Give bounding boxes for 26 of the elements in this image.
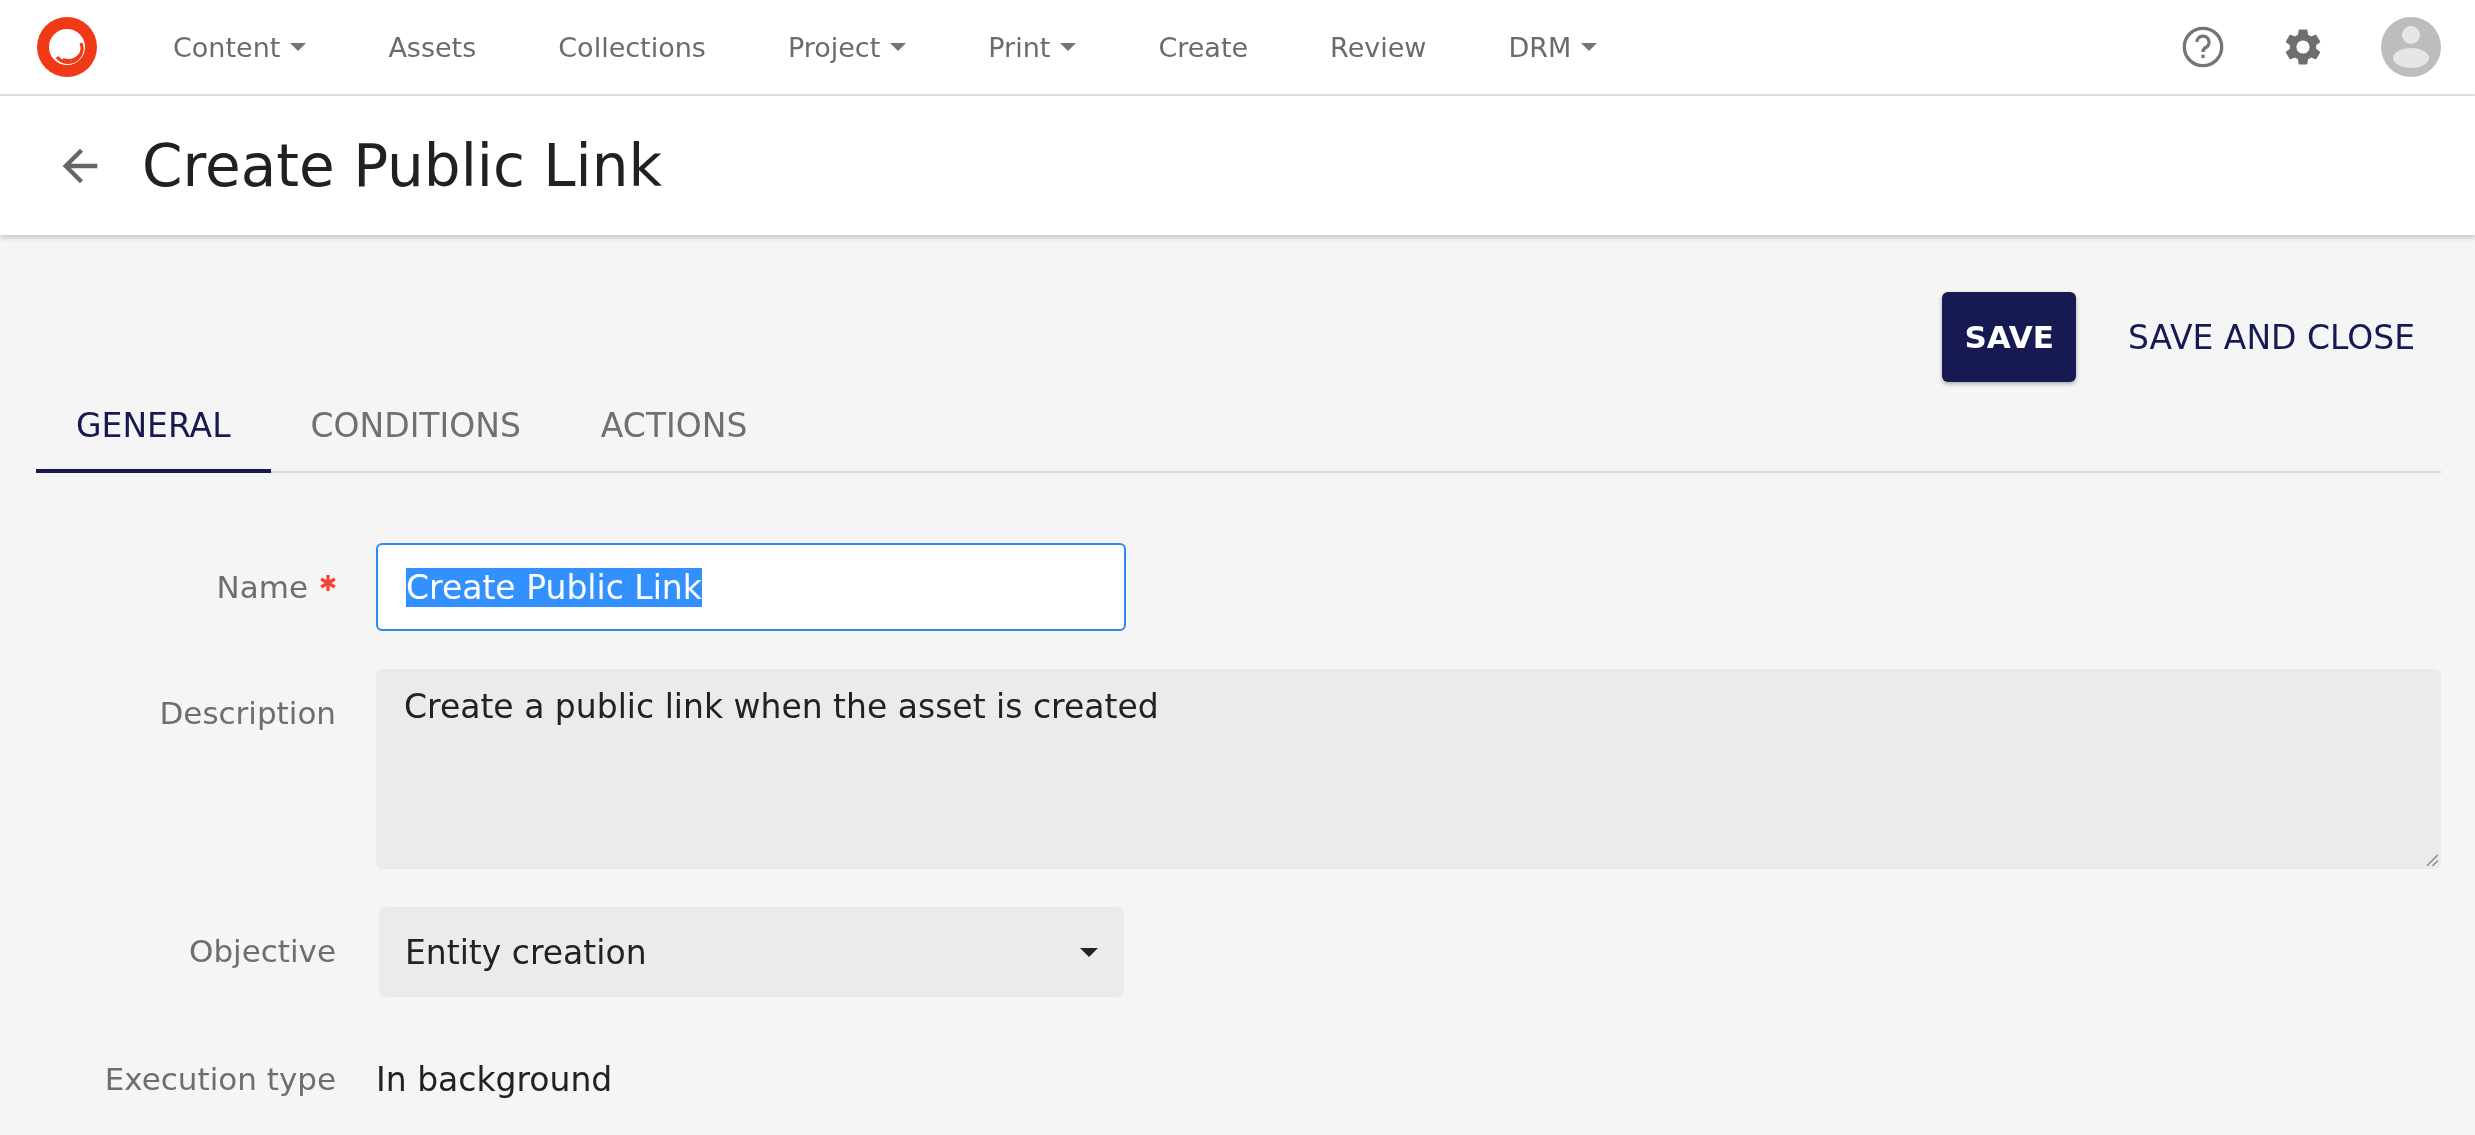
description-field[interactable]: Create a public link when the asset is created bbox=[376, 669, 2441, 869]
nav-link[interactable]: Assets bbox=[362, 21, 503, 73]
field-label: Name bbox=[216, 569, 308, 605]
field-value: In background bbox=[376, 1058, 614, 1101]
nav-link[interactable]: Project bbox=[761, 21, 933, 73]
save-and-close-button[interactable]: SAVE AND CLOSE bbox=[2105, 292, 2437, 382]
objective-dropdown[interactable]: Entity creation bbox=[379, 907, 1124, 997]
save-button[interactable]: SAVE bbox=[1942, 292, 2076, 382]
nav-link[interactable]: Content bbox=[147, 21, 333, 73]
nav-link[interactable]: DRM bbox=[1482, 21, 1624, 73]
help-icon[interactable] bbox=[2181, 25, 2225, 69]
nav-link[interactable]: Create bbox=[1132, 21, 1275, 73]
field-label: Objective bbox=[189, 933, 336, 969]
caret-icon[interactable] bbox=[1080, 947, 1098, 957]
field-label: Description bbox=[159, 695, 336, 731]
page-title: Create Public Link bbox=[142, 131, 663, 200]
name-field[interactable]: Create Public Link bbox=[376, 543, 1126, 631]
nav-link[interactable]: Review bbox=[1304, 21, 1453, 73]
nav-link[interactable]: Collections bbox=[532, 21, 732, 73]
nav-link[interactable]: Print bbox=[962, 21, 1103, 73]
field-label: Execution type bbox=[104, 1061, 336, 1097]
tab[interactable]: CONDITIONS bbox=[270, 384, 561, 473]
tab[interactable]: ACTIONS bbox=[560, 384, 788, 473]
tab[interactable]: GENERAL bbox=[36, 384, 271, 473]
resize-grip-icon[interactable] bbox=[2424, 852, 2438, 866]
logo-icon[interactable] bbox=[37, 17, 97, 77]
